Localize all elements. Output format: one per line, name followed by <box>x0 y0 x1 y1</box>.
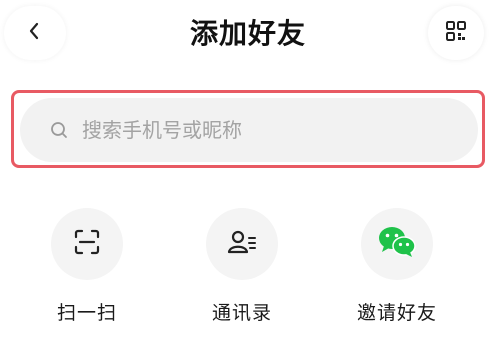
contacts-action[interactable]: 通讯录 <box>187 208 297 325</box>
invite-friends-action[interactable]: 邀请好友 <box>342 208 452 325</box>
contacts-label: 通讯录 <box>211 302 272 324</box>
search-bar[interactable] <box>20 98 478 162</box>
add-friend-screen: 添加好友 搜索手机号或昵称 扫一扫 通讯录 邀请好友 <box>0 0 496 357</box>
search-input[interactable] <box>82 118 442 142</box>
contacts-button[interactable] <box>206 208 278 280</box>
contacts-icon <box>227 228 257 260</box>
search-icon <box>48 119 70 141</box>
wechat-icon <box>377 225 417 263</box>
scan-label: 扫一扫 <box>56 302 117 324</box>
page-title: 添加好友 <box>189 17 306 50</box>
invite-friends-label: 邀请好友 <box>356 302 437 324</box>
scan-icon <box>73 228 101 260</box>
invite-friends-button[interactable] <box>361 208 433 280</box>
qr-code-button[interactable] <box>428 6 484 60</box>
scan-button[interactable] <box>51 208 123 280</box>
qr-code-icon <box>445 20 467 46</box>
scan-action[interactable]: 扫一扫 <box>32 208 142 325</box>
